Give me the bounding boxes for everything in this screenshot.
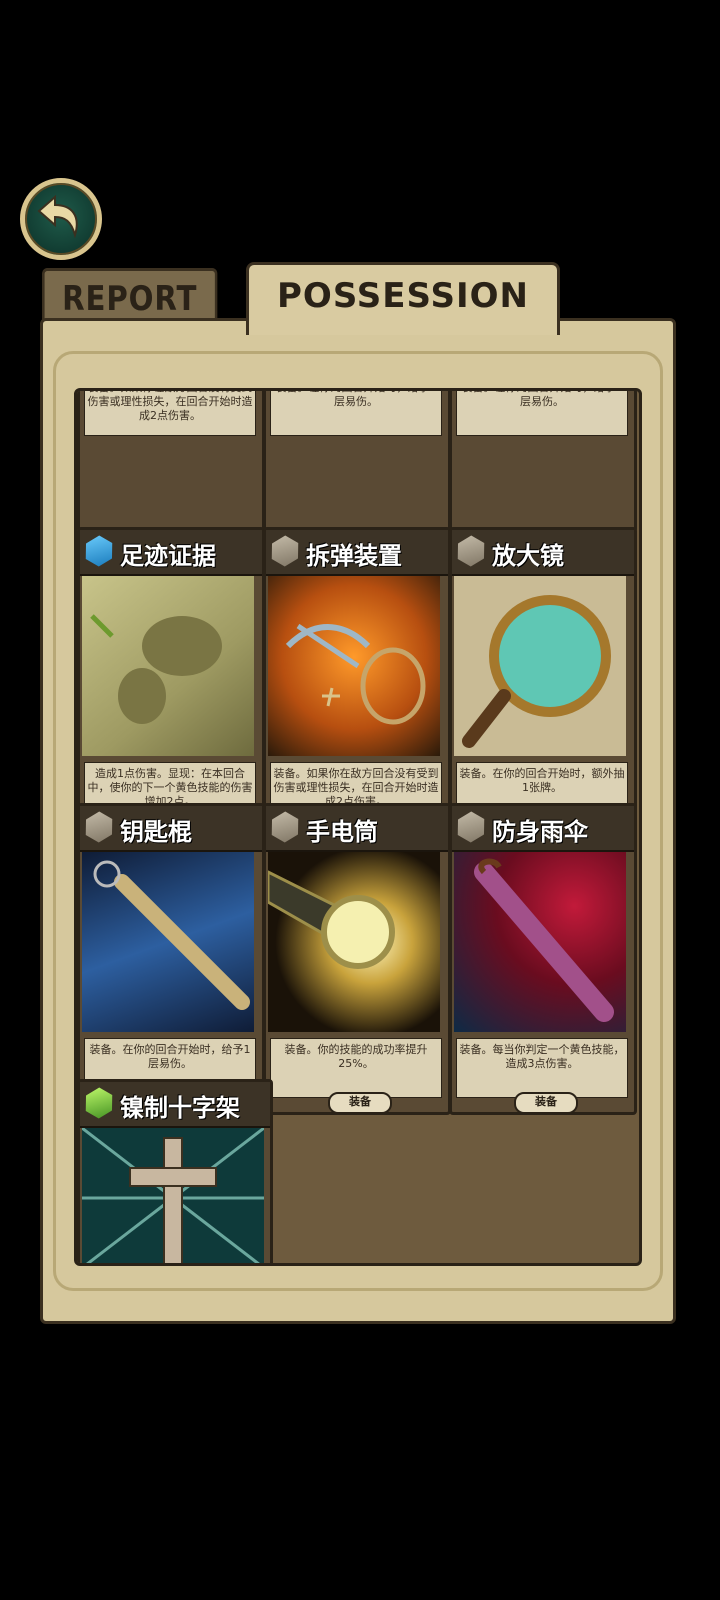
rarity-gem-icon (451, 807, 492, 848)
card-header: 防身雨伞 (452, 806, 634, 852)
card-art-defuser (268, 576, 440, 756)
card-item[interactable]: 装备。在你的回合开始时，给予1层易伤。 (263, 391, 451, 533)
card-description: 装备。每当你判定一个黄色技能，造成3点伤害。 (456, 1038, 628, 1098)
tab-report[interactable]: REPORT (42, 268, 218, 325)
card-header: 镍制十字架 (80, 1082, 270, 1128)
rarity-gem-icon (79, 807, 120, 848)
rarity-gem-icon (265, 807, 306, 848)
card-header: 足迹证据 (80, 530, 262, 576)
rarity-gem-icon (265, 531, 306, 572)
card-footprint[interactable]: 足迹证据 造成1点伤害。显现：在本回合中，使你的下一个黄色技能的伤害增加2点。 (77, 527, 265, 839)
rarity-gem-icon (79, 1083, 120, 1124)
card-name: 拆弹装置 (306, 542, 402, 570)
card-description: 装备。在你的回合开始时，给予1层易伤。 (270, 391, 442, 436)
equip-button[interactable]: 装备 (514, 1092, 578, 1112)
back-button[interactable] (20, 178, 102, 260)
card-name: 防身雨伞 (492, 818, 588, 846)
equip-button[interactable]: 装备 (328, 1092, 392, 1112)
card-name: 手电筒 (306, 818, 378, 846)
card-name: 钥匙棍 (120, 818, 192, 846)
card-header: 钥匙棍 (80, 806, 262, 852)
card-description: 装备。在你的回合开始时，给予1层易伤。 (456, 391, 628, 436)
card-header: 手电筒 (266, 806, 448, 852)
card-key-stick[interactable]: 钥匙棍 装备。在你的回合开始时，给予1层易伤。 (77, 803, 265, 1115)
card-name: 足迹证据 (120, 542, 216, 570)
card-name: 放大镜 (492, 542, 564, 570)
tab-possession[interactable]: POSSESSION (246, 262, 560, 335)
card-description: 装备。如果你在敌方回合没有受到伤害或理性损失，在回合开始时造成2点伤害。 (84, 391, 256, 436)
back-arrow-icon (37, 195, 78, 239)
card-header: 拆弹装置 (266, 530, 448, 576)
card-name: 镍制十字架 (120, 1094, 240, 1122)
card-art-magnifier (454, 576, 626, 756)
card-nickel-cross[interactable]: 镍制十字架 (77, 1079, 273, 1263)
rarity-gem-icon (79, 531, 120, 572)
card-umbrella[interactable]: 防身雨伞 装备。每当你判定一个黄色技能，造成3点伤害。 装备 (449, 803, 637, 1115)
card-item[interactable]: 装备。在你的回合开始时，给予1层易伤。 (449, 391, 637, 533)
card-art-key-stick (82, 852, 254, 1032)
card-grid[interactable]: 装备。如果你在敌方回合没有受到伤害或理性损失，在回合开始时造成2点伤害。 装备。… (74, 388, 642, 1266)
rarity-gem-icon (451, 531, 492, 572)
card-description: 装备。你的技能的成功率提升25%。 (270, 1038, 442, 1098)
card-art-cross (82, 1128, 264, 1263)
card-defuser[interactable]: 拆弹装置 装备。如果你在敌方回合没有受到伤害或理性损失，在回合开始时造成2点伤害… (263, 527, 451, 839)
card-flashlight[interactable]: 手电筒 装备。你的技能的成功率提升25%。 装备 (263, 803, 451, 1115)
card-art-umbrella (454, 852, 626, 1032)
card-art-footprint (82, 576, 254, 756)
card-art-flashlight (268, 852, 440, 1032)
card-header: 放大镜 (452, 530, 634, 576)
card-item[interactable]: 装备。如果你在敌方回合没有受到伤害或理性损失，在回合开始时造成2点伤害。 (77, 391, 265, 533)
card-magnifier[interactable]: 放大镜 装备。在你的回合开始时，额外抽1张牌。 (449, 527, 637, 839)
